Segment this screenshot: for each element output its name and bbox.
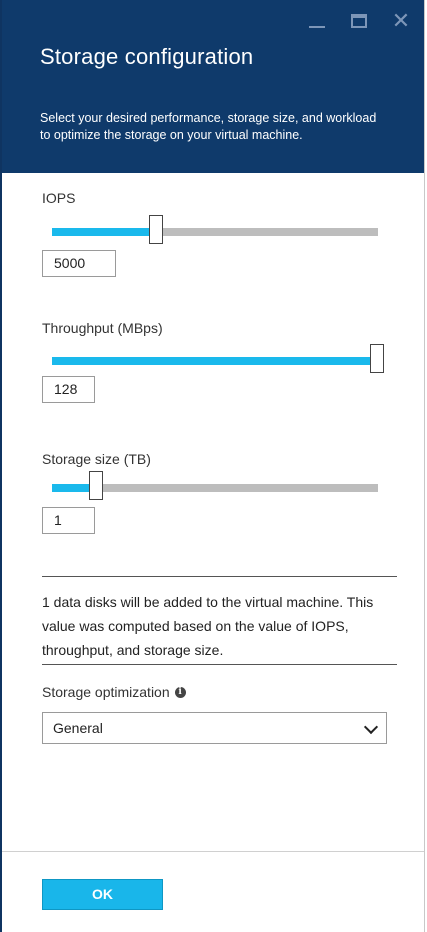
iops-slider[interactable] [42, 211, 378, 251]
slider-thumb[interactable] [89, 471, 104, 500]
divider [42, 664, 397, 665]
slider-fill [52, 228, 156, 236]
maximize-icon[interactable] [348, 10, 370, 32]
storage-configuration-blade: ✕ Storage configuration Select your desi… [0, 0, 425, 932]
iops-label: IOPS [42, 190, 76, 206]
iops-value-field[interactable]: 5000 [42, 250, 116, 277]
slider-thumb[interactable] [370, 344, 384, 373]
throughput-label: Throughput (MBps) [42, 320, 163, 336]
slider-thumb[interactable] [148, 215, 163, 244]
close-icon[interactable]: ✕ [390, 10, 412, 32]
storage-optimization-label: Storage optimization i [42, 684, 186, 700]
window-controls: ✕ [306, 10, 412, 32]
chevron-down-icon [363, 719, 379, 735]
throughput-value-field[interactable]: 128 [42, 376, 95, 403]
divider [42, 576, 397, 577]
storage-size-slider[interactable] [42, 467, 378, 507]
storage-optimization-dropdown[interactable]: General [42, 712, 387, 744]
storage-size-value-field[interactable]: 1 [42, 507, 95, 534]
data-disks-info-text: 1 data disks will be added to the virtua… [42, 594, 374, 658]
storage-size-label: Storage size (TB) [42, 451, 151, 467]
footer-divider [2, 851, 424, 852]
storage-optimization-label-text: Storage optimization [42, 684, 170, 700]
dropdown-selected-value: General [53, 720, 103, 736]
blade-header: ✕ Storage configuration Select your desi… [2, 0, 424, 173]
info-icon[interactable]: i [174, 686, 186, 698]
slider-fill [52, 357, 377, 365]
ok-button[interactable]: OK [42, 879, 163, 910]
blade-subtitle: Select your desired performance, storage… [40, 111, 377, 142]
throughput-slider[interactable] [42, 340, 384, 380]
minimize-icon[interactable] [306, 10, 328, 32]
blade-title: Storage configuration [40, 44, 254, 69]
